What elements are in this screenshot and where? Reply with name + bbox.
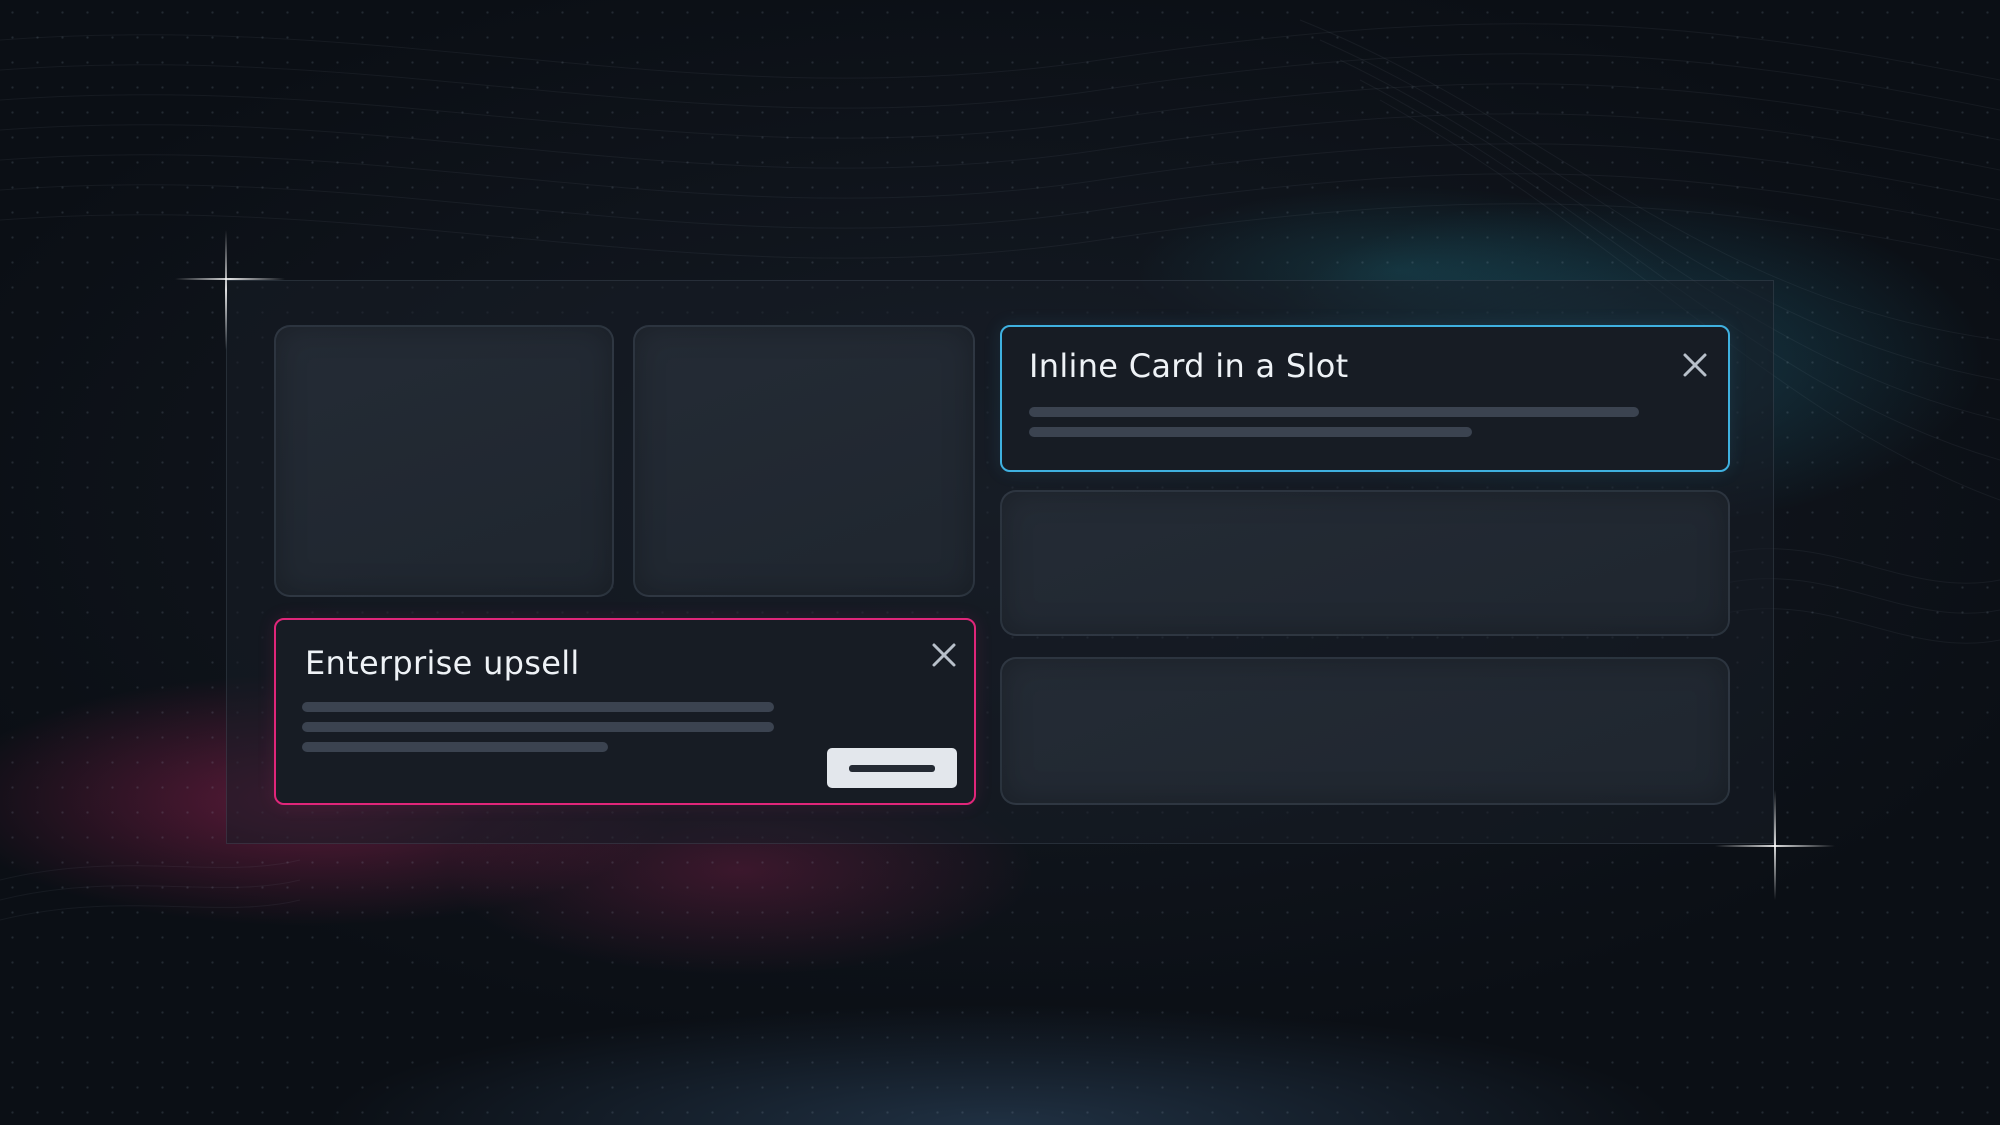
upsell-cta-button[interactable]	[827, 748, 957, 788]
inline-card-text-line-2	[1029, 427, 1472, 437]
placeholder-card-3	[1000, 490, 1730, 636]
inline-card: Inline Card in a Slot	[1000, 325, 1730, 472]
upsell-card-title: Enterprise upsell	[305, 644, 580, 682]
upsell-card-text-line-2	[302, 722, 774, 732]
upsell-card-close-button[interactable]	[927, 638, 961, 672]
sparkle-bottom-right-horizontal	[1715, 845, 1835, 847]
inline-card-title: Inline Card in a Slot	[1029, 347, 1349, 385]
inline-card-text-line-1	[1029, 407, 1639, 417]
upsell-card-text-line-1	[302, 702, 774, 712]
upsell-cta-label-placeholder	[849, 765, 935, 772]
upsell-card-text-line-3	[302, 742, 608, 752]
close-icon	[932, 643, 956, 667]
sparkle-top-left-horizontal	[175, 278, 285, 280]
upsell-card: Enterprise upsell	[274, 618, 976, 805]
placeholder-card-1	[274, 325, 614, 597]
placeholder-card-2	[633, 325, 975, 597]
sparkle-top-left-vertical	[225, 230, 227, 350]
close-icon	[1683, 353, 1707, 377]
inline-card-close-button[interactable]	[1678, 348, 1712, 382]
placeholder-card-4	[1000, 657, 1730, 805]
